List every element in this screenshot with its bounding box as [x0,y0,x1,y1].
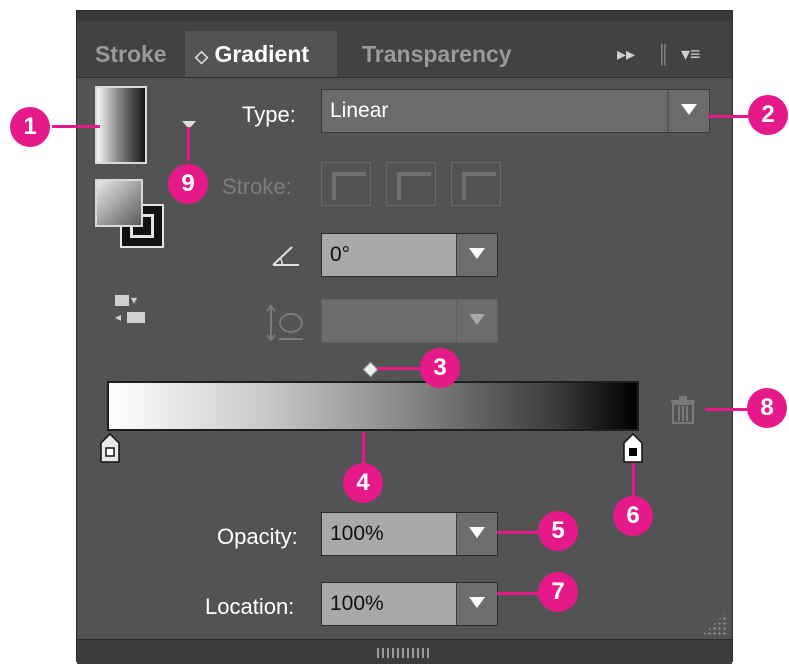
trash-icon[interactable] [670,396,696,424]
panel-top-strip [77,11,732,21]
stroke-gradient-within-button [321,162,371,206]
angle-icon [272,243,300,267]
gradient-slider[interactable] [107,381,639,431]
resize-grip-icon[interactable] [377,648,431,658]
tab-sort-arrows-icon: ◇ [195,47,209,66]
callout-3: 3 [420,348,460,388]
opacity-field[interactable]: 100% [321,512,498,556]
midpoint-diamond-icon[interactable] [362,361,379,378]
callout-8: 8 [747,388,787,428]
callout-4: 4 [343,463,383,503]
corner-resize-icon[interactable] [702,611,728,635]
callout-7: 7 [538,572,578,612]
location-field[interactable]: 100% [321,582,498,626]
gradient-swatch[interactable] [95,86,147,164]
opacity-dropdown-icon[interactable] [456,513,497,555]
panel-bottom-bar [77,639,732,664]
callout-5-line [497,531,541,534]
color-stop-white[interactable] [100,432,120,463]
callout-1: 1 [10,107,50,147]
panel-menu-icon[interactable]: ▾≡ [681,31,701,77]
chevron-down-icon[interactable] [667,90,709,132]
type-dropdown[interactable]: Linear [321,89,710,133]
angle-field[interactable]: 0° [321,233,498,277]
callout-9: 9 [168,164,208,204]
reverse-gradient-icon[interactable]: ▾ ◂ [115,294,151,326]
tab-stroke[interactable]: Stroke [85,31,177,77]
callout-1-line [52,125,100,128]
stroke-label: Stroke: [222,174,292,199]
opacity-label: Opacity: [217,524,298,549]
type-label: Type: [242,102,296,127]
fill-stroke-icon[interactable] [95,179,175,259]
callout-6: 6 [613,496,653,536]
fill-square[interactable] [95,179,143,227]
tab-transparency[interactable]: Transparency [352,31,522,77]
callout-6-line [632,463,635,499]
tab-gradient[interactable]: ◇ Gradient [185,31,337,77]
stroke-gradient-across-button [451,162,501,206]
callout-8-line [705,408,751,411]
callout-3-line [377,367,423,370]
callout-7-line [497,592,541,595]
aspect-ratio-field [321,299,498,343]
aspect-ratio-icon [265,303,305,345]
tab-separator-icon: ║ [657,44,670,64]
location-dropdown-icon[interactable] [456,583,497,625]
gradient-panel: Stroke ◇ Gradient Transparency ▸▸ ║ ▾≡ ▾… [76,10,733,664]
angle-dropdown-icon[interactable] [456,234,497,276]
aspect-ratio-dropdown-icon [456,300,497,342]
callout-2-line [708,115,752,118]
callout-5: 5 [538,511,578,551]
stroke-gradient-along-button [386,162,436,206]
collapse-panel-icon[interactable]: ▸▸ [617,31,635,77]
callout-2: 2 [748,95,788,135]
color-stop-black[interactable] [623,432,643,463]
callout-9-line [187,127,190,161]
callout-4-line [362,432,365,466]
location-label: Location: [205,594,295,619]
tab-bar: Stroke ◇ Gradient Transparency ▸▸ ║ ▾≡ [77,21,732,78]
